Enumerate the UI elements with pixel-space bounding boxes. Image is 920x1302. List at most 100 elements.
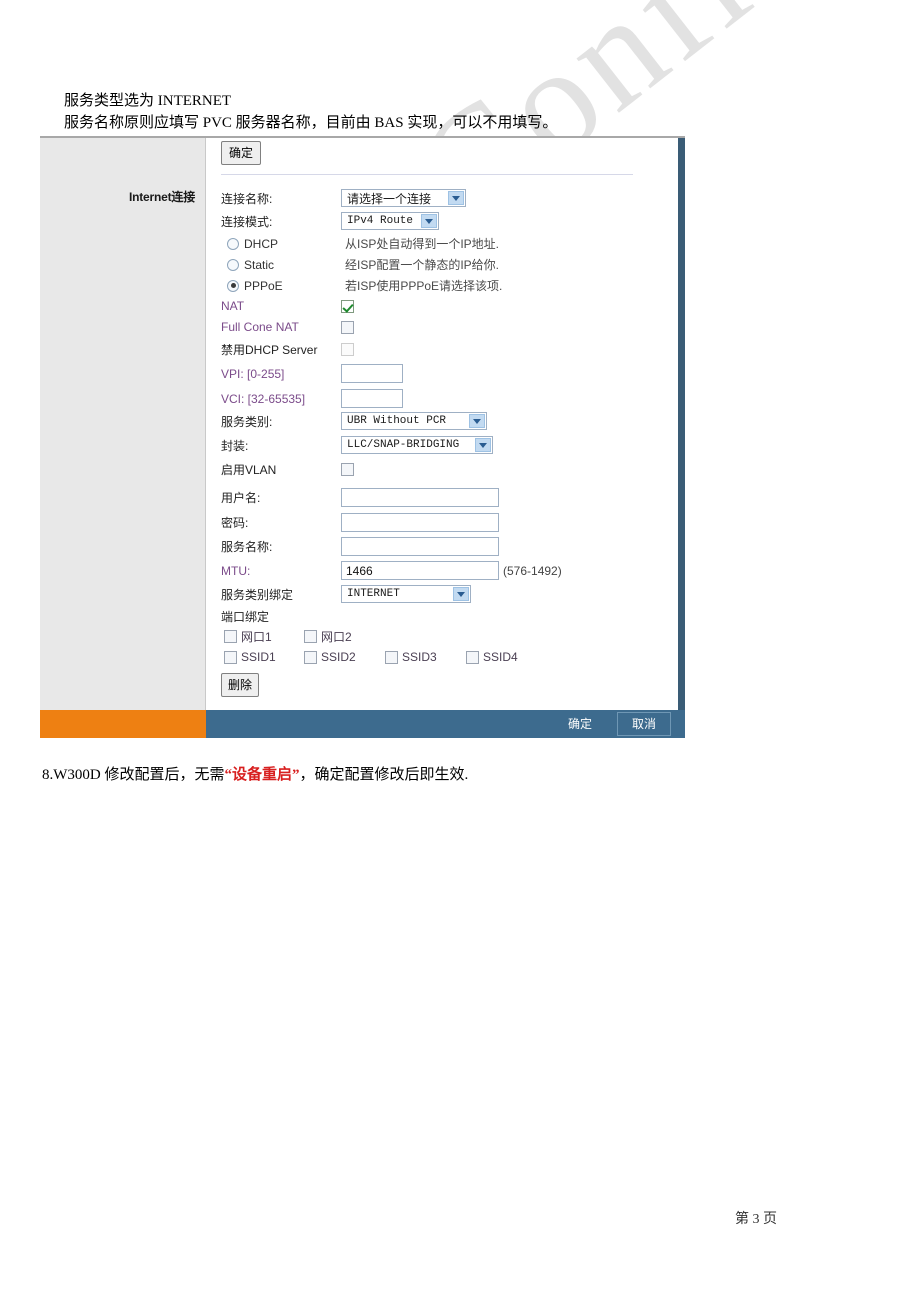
footer-cancel-button[interactable]: 取消 (616, 712, 671, 736)
connection-name-label: 连接名称: (221, 191, 273, 206)
pppoe-label: PPPoE (244, 278, 283, 293)
ssid2-checkbox[interactable] (304, 650, 317, 664)
static-label: Static (244, 257, 275, 272)
row-vpi: VPI: [0-255] (221, 364, 403, 383)
connection-name-value: 请选择一个连接 (347, 191, 432, 206)
chevron-down-icon (448, 191, 464, 205)
password-input[interactable] (341, 513, 499, 532)
nat-label: NAT (221, 299, 245, 313)
row-pppoe: PPPoE 若ISP使用PPPoE请选择该项. (221, 277, 502, 294)
row-username: 用户名: (221, 488, 499, 507)
note-highlight: “设备重启” (224, 767, 300, 783)
service-name-input[interactable] (341, 537, 499, 556)
vpi-label: VPI: [0-255] (221, 366, 285, 381)
port-bind-row-ssid: SSID1 SSID2 SSID3 SSID4 (224, 650, 518, 664)
port-bind-ssid3[interactable]: SSID3 (385, 650, 466, 664)
delete-button[interactable]: 删除 (221, 673, 260, 697)
radio-dhcp-icon[interactable] (227, 237, 239, 250)
ssid1-label: SSID1 (241, 650, 276, 664)
nat-checkbox[interactable] (341, 299, 354, 313)
note-suffix: ，确定配置修改后即生效. (299, 767, 469, 783)
ssid3-checkbox[interactable] (385, 650, 398, 664)
service-bind-select[interactable]: INTERNET (341, 585, 471, 603)
mtu-label: MTU: (221, 563, 251, 578)
port-bind-ssid4[interactable]: SSID4 (466, 650, 518, 664)
port-bind-lan2[interactable]: 网口2 (304, 628, 352, 645)
row-mtu: MTU: (576-1492) (221, 561, 562, 580)
encapsulation-select[interactable]: LLC/SNAP-BRIDGING (341, 436, 493, 454)
dhcp-hint: 从ISP处自动得到一个IP地址. (345, 237, 500, 251)
router-ui-body: Internet连接 确定 连接名称: 请选择一个连接 连接模式: IPv4 R… (40, 138, 678, 710)
ssid4-label: SSID4 (483, 650, 518, 664)
disable-dhcp-server-checkbox[interactable] (341, 343, 354, 356)
row-connection-mode: 连接模式: IPv4 Route (221, 212, 439, 230)
service-class-label: 服务类别: (221, 414, 273, 429)
port-bind-lan1[interactable]: 网口1 (224, 628, 304, 645)
encapsulation-label: 封装: (221, 438, 249, 453)
note-prefix: 8.W300D 修改配置后，无需 (42, 767, 225, 783)
router-footer-bar: 确定 取消 (40, 710, 685, 738)
router-main-panel: 确定 连接名称: 请选择一个连接 连接模式: IPv4 Route DHCP 从… (206, 138, 678, 710)
intro-line-service-name: 服务名称原则应填写 PVC 服务器名称，目前由 BAS 实现，可以不用填写。 (64, 115, 558, 131)
vertical-scrollbar[interactable] (678, 138, 685, 710)
page-number: 第 3 页 (735, 1212, 777, 1227)
lan1-checkbox[interactable] (224, 630, 237, 643)
service-class-select[interactable]: UBR Without PCR (341, 412, 487, 430)
ssid2-label: SSID2 (321, 650, 356, 664)
chevron-down-icon (421, 214, 437, 228)
vpi-input[interactable] (341, 364, 403, 383)
enable-vlan-label: 启用VLAN (221, 463, 277, 477)
chevron-down-icon (469, 414, 485, 428)
dhcp-radio-option[interactable]: DHCP (221, 237, 341, 251)
static-radio-option[interactable]: Static (221, 258, 341, 272)
port-bind-ssid2[interactable]: SSID2 (304, 650, 385, 664)
connection-mode-label: 连接模式: (221, 214, 273, 229)
row-disable-dhcp-server: 禁用DHCP Server (221, 341, 354, 358)
encapsulation-value: LLC/SNAP-BRIDGING (347, 439, 460, 451)
service-bind-label: 服务类别绑定 (221, 587, 294, 602)
row-nat: NAT (221, 299, 354, 313)
ssid3-label: SSID3 (402, 650, 437, 664)
footer-confirm-button[interactable]: 确定 (553, 712, 607, 736)
row-vci: VCI: [32-65535] (221, 389, 403, 408)
port-bind-ssid1[interactable]: SSID1 (224, 650, 304, 664)
router-config-screenshot: Internet连接 确定 连接名称: 请选择一个连接 连接模式: IPv4 R… (40, 136, 685, 738)
full-cone-nat-checkbox[interactable] (341, 320, 354, 334)
ssid1-checkbox[interactable] (224, 650, 237, 664)
port-bind-row-lan: 网口1 网口2 (224, 628, 352, 645)
radio-static-icon[interactable] (227, 258, 239, 271)
username-label: 用户名: (221, 491, 261, 505)
pppoe-radio-option[interactable]: PPPoE (221, 279, 341, 293)
password-label: 密码: (221, 516, 249, 530)
lan2-checkbox[interactable] (304, 630, 317, 643)
row-full-cone-nat: Full Cone NAT (221, 320, 354, 334)
static-hint: 经ISP配置一个静态的IP给你. (345, 258, 500, 272)
connection-mode-value: IPv4 Route (347, 215, 414, 227)
enable-vlan-checkbox[interactable] (341, 463, 354, 476)
top-confirm-button[interactable]: 确定 (221, 141, 262, 165)
mtu-range-hint: (576-1492) (503, 563, 562, 578)
pppoe-hint: 若ISP使用PPPoE请选择该项. (345, 279, 503, 293)
note-line: 8.W300D 修改配置后，无需“设备重启”，确定配置修改后即生效. (42, 765, 468, 785)
row-connection-name: 连接名称: 请选择一个连接 (221, 189, 466, 207)
chevron-down-icon (475, 438, 491, 452)
sidebar-item-internet-connection[interactable]: Internet连接 (129, 188, 195, 205)
row-enable-vlan: 启用VLAN (221, 461, 354, 478)
row-dhcp: DHCP 从ISP处自动得到一个IP地址. (221, 235, 499, 252)
dhcp-label: DHCP (244, 236, 279, 251)
vci-label: VCI: [32-65535] (221, 391, 306, 406)
vci-input[interactable] (341, 389, 403, 408)
service-bind-value: INTERNET (347, 588, 400, 600)
divider-rule (221, 174, 633, 175)
router-sidebar: Internet连接 (40, 138, 206, 710)
mtu-input[interactable] (341, 561, 499, 580)
connection-name-select[interactable]: 请选择一个连接 (341, 189, 466, 207)
full-cone-nat-label: Full Cone NAT (221, 320, 299, 334)
ssid4-checkbox[interactable] (466, 650, 479, 664)
username-input[interactable] (341, 488, 499, 507)
connection-mode-select[interactable]: IPv4 Route (341, 212, 439, 230)
row-service-class: 服务类别: UBR Without PCR (221, 412, 487, 430)
service-class-value: UBR Without PCR (347, 415, 447, 427)
service-name-label: 服务名称: (221, 540, 273, 554)
radio-pppoe-icon[interactable] (227, 279, 239, 292)
